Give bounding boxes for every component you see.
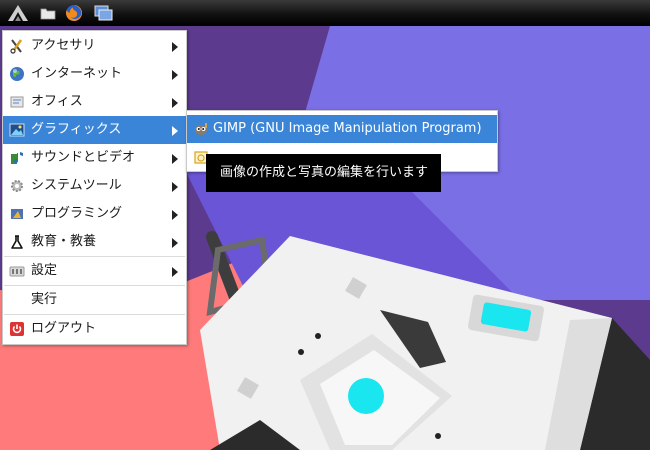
accessories-icon: [9, 38, 25, 54]
menu-item-sound-video[interactable]: サウンドとビデオ: [3, 144, 186, 172]
menu-item-label: 教育・教養: [31, 234, 97, 249]
submenu-arrow-icon: [172, 98, 178, 108]
menu-item-programming[interactable]: プログラミング: [3, 200, 186, 228]
menu-item-system-tools[interactable]: システムツール: [3, 172, 186, 200]
menu-item-label: ログアウト: [31, 321, 97, 336]
system-tools-icon: [9, 178, 25, 194]
submenu-arrow-icon: [172, 70, 178, 80]
menu-item-label: オフィス: [31, 94, 83, 109]
menu-item-office[interactable]: オフィス: [3, 88, 186, 116]
menu-item-label: 実行: [31, 292, 58, 307]
submenu-arrow-icon: [172, 182, 178, 192]
office-icon: [9, 94, 25, 110]
menu-item-graphics[interactable]: グラフィックス: [3, 116, 186, 144]
top-panel: [0, 0, 650, 26]
internet-globe-icon: [9, 66, 25, 82]
menu-item-label: サウンドとビデオ: [31, 150, 136, 165]
menu-item-internet[interactable]: インターネット: [3, 60, 186, 88]
logout-icon: [9, 321, 25, 337]
settings-icon: [9, 263, 25, 279]
lxde-menu-icon[interactable]: [4, 2, 32, 24]
menu-item-run[interactable]: 実行: [3, 286, 186, 314]
menu-item-label: インターネット: [31, 66, 123, 81]
submenu-arrow-icon: [172, 42, 178, 52]
file-manager-icon[interactable]: [38, 2, 58, 24]
menu-item-accessories[interactable]: アクセサリ: [3, 32, 186, 60]
sound-video-icon: [9, 150, 25, 166]
firefox-icon[interactable]: [62, 2, 86, 24]
applications-menu: アクセサリ インターネット オフィス グラフィックス サウンドとビデオ システム…: [2, 30, 187, 345]
submenu-item-label: GIMP (GNU Image Manipulation Program): [213, 121, 482, 136]
education-flask-icon: [9, 234, 25, 250]
menu-item-label: システムツール: [31, 178, 122, 193]
menu-item-label: アクセサリ: [31, 38, 96, 53]
menu-item-logout[interactable]: ログアウト: [3, 315, 186, 343]
submenu-arrow-icon: [172, 126, 178, 136]
submenu-arrow-icon: [172, 267, 178, 277]
menu-item-label: 設定: [31, 263, 58, 278]
programming-icon: [9, 206, 25, 222]
submenu-arrow-icon: [172, 238, 178, 248]
submenu-arrow-icon: [172, 154, 178, 164]
submenu-arrow-icon: [172, 210, 178, 220]
menu-item-settings[interactable]: 設定: [3, 257, 186, 285]
gimp-icon: [193, 121, 209, 137]
menu-item-label: グラフィックス: [31, 122, 122, 137]
graphics-icon: [9, 122, 25, 138]
tooltip: 画像の作成と写真の編集を行います: [206, 154, 441, 192]
show-desktop-icon[interactable]: [92, 2, 116, 24]
menu-item-education[interactable]: 教育・教養: [3, 228, 186, 256]
menu-item-label: プログラミング: [31, 206, 123, 221]
submenu-item-gimp[interactable]: GIMP (GNU Image Manipulation Program): [187, 115, 497, 143]
